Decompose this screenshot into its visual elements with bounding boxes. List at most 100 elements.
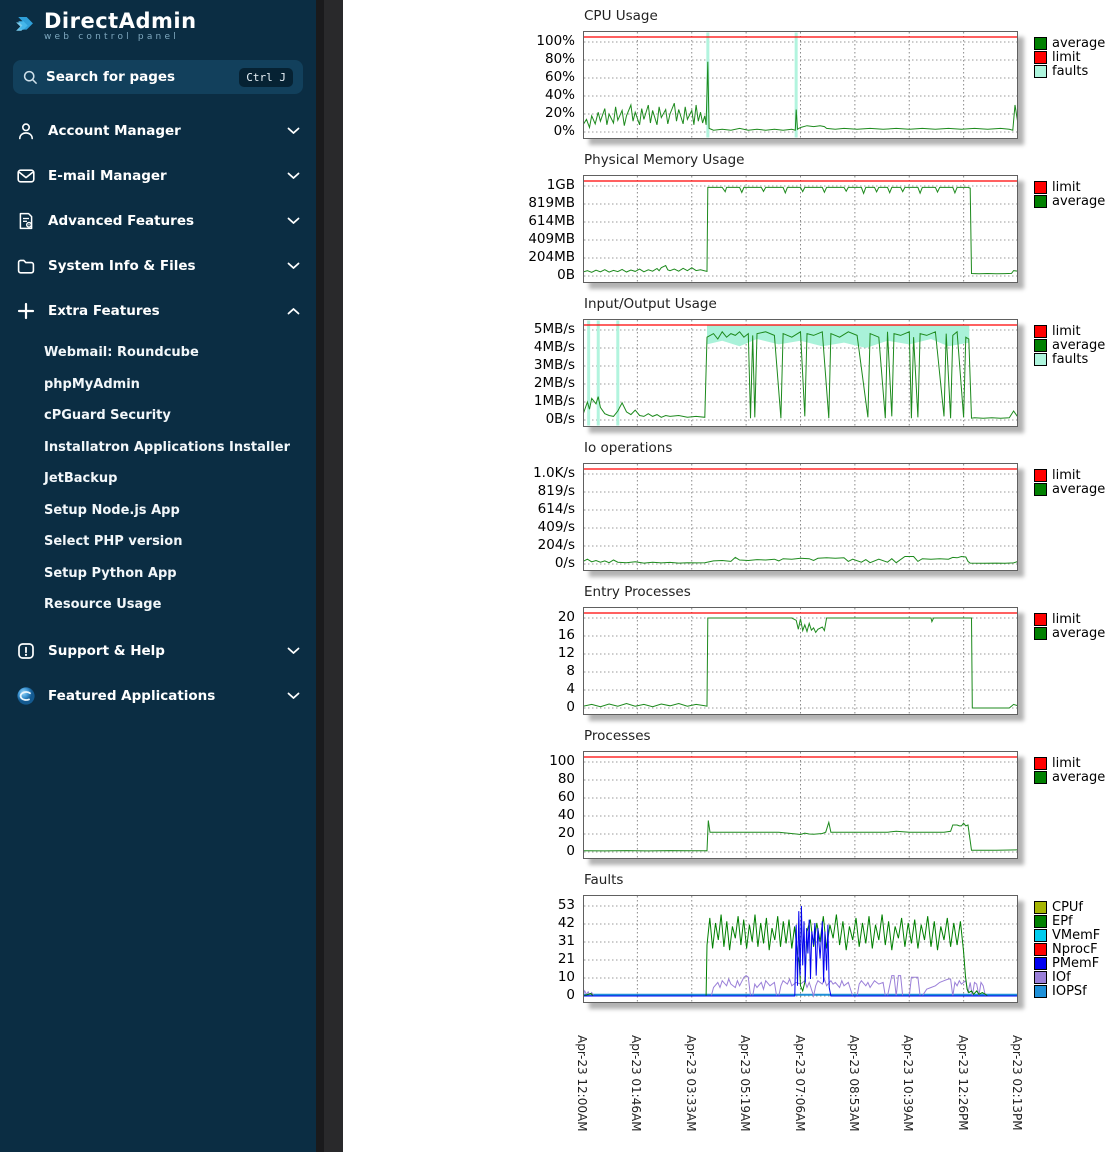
legend-item: average — [1034, 482, 1105, 496]
chart-title-entry: Entry Processes — [584, 584, 1114, 607]
legend-item: average — [1034, 194, 1105, 208]
legend-label: faults — [1052, 353, 1088, 366]
legend-item: average — [1034, 338, 1105, 352]
y-tick-label: 20 — [558, 610, 575, 624]
chevron-down-icon — [287, 262, 300, 270]
legend-swatch — [1034, 901, 1047, 914]
y-tick-label: 1MB/s — [534, 394, 575, 408]
legend-label: limit — [1052, 613, 1081, 626]
scrollbar-track[interactable] — [324, 0, 343, 1152]
sidebar-item-featured-applications[interactable]: Featured Applications — [0, 674, 316, 719]
y-tick-label: 614MB — [528, 214, 575, 228]
submenu-item-cpguard-security[interactable]: cPGuard Security — [0, 400, 316, 432]
y-tick-label: 0 — [566, 844, 575, 858]
user-icon — [16, 121, 36, 141]
legend-swatch — [1034, 51, 1047, 64]
x-tick-label: Apr-23 07:06AM — [793, 1035, 807, 1132]
submenu-item-resource-usage[interactable]: Resource Usage — [0, 589, 316, 621]
directadmin-logo-icon — [14, 16, 34, 36]
y-tick-label: 0B/s — [546, 412, 575, 426]
legend-swatch — [1034, 65, 1047, 78]
sidebar: DirectAdmin web control panel Search for… — [0, 0, 316, 1152]
sidebar-item-label: System Info & Files — [48, 258, 287, 274]
search-input[interactable]: Search for pages Ctrl J — [13, 60, 303, 94]
sidebar-item-label: Extra Features — [48, 303, 287, 319]
legend-item: NprocF — [1034, 942, 1100, 956]
chart-canvas-io — [583, 319, 1018, 427]
y-axis-labels: 201612840 — [343, 607, 583, 715]
legend-swatch — [1034, 37, 1047, 50]
y-tick-label: 80% — [545, 52, 575, 66]
y-tick-label: 0% — [554, 124, 575, 138]
y-tick-label: 614/s — [538, 502, 575, 516]
legend-item: PMemF — [1034, 956, 1100, 970]
legend-item: EPf — [1034, 914, 1100, 928]
legend-item: limit — [1034, 324, 1105, 338]
submenu-item-setup-python-app[interactable]: Setup Python App — [0, 558, 316, 590]
sidebar-item-e-mail-manager[interactable]: E-mail Manager — [0, 153, 316, 198]
y-tick-label: 20 — [558, 826, 575, 840]
legend-swatch — [1034, 627, 1047, 640]
chart-block-faults: Faults53423121100CPUfEPfVMemFNprocFPMemF… — [343, 872, 1114, 1016]
folder-icon — [16, 256, 36, 276]
chart-legend-mem: limitaverage — [1034, 180, 1105, 208]
legend-item: IOf — [1034, 970, 1100, 984]
y-tick-label: 1GB — [547, 178, 575, 192]
y-tick-label: 100% — [536, 34, 575, 48]
legend-swatch — [1034, 469, 1047, 482]
y-axis-labels: 1.0K/s819/s614/s409/s204/s0/s — [343, 463, 583, 571]
legend-swatch — [1034, 181, 1047, 194]
y-tick-label: 4 — [566, 682, 575, 696]
y-tick-label: 409/s — [538, 520, 575, 534]
sidebar-item-label: Advanced Features — [48, 213, 287, 229]
app-subtitle: web control panel — [44, 32, 197, 42]
x-tick-label: Apr-23 08:53AM — [847, 1035, 861, 1132]
chevron-down-icon — [287, 692, 300, 700]
submenu-item-select-php-version[interactable]: Select PHP version — [0, 526, 316, 558]
chart-canvas-mem — [583, 175, 1018, 283]
legend-label: average — [1052, 339, 1105, 352]
submenu-item-setup-node-js-app[interactable]: Setup Node.js App — [0, 495, 316, 527]
resource-usage-panel: CPU Usage100%80%60%40%20%0%averagelimitf… — [343, 0, 1114, 1152]
sidebar-item-extra-features[interactable]: Extra Features — [0, 288, 316, 333]
chevron-down-icon — [287, 217, 300, 225]
sidebar-item-advanced-features[interactable]: Advanced Features — [0, 198, 316, 243]
legend-item: VMemF — [1034, 928, 1100, 942]
legend-item: limit — [1034, 612, 1105, 626]
chart-title-iops: Io operations — [584, 440, 1114, 463]
submenu-item-phpmyadmin[interactable]: phpMyAdmin — [0, 369, 316, 401]
y-tick-label: 42 — [558, 916, 575, 930]
y-axis-labels: 5MB/s4MB/s3MB/s2MB/s1MB/s0B/s — [343, 319, 583, 427]
chart-block-iops: Io operations1.0K/s819/s614/s409/s204/s0… — [343, 440, 1114, 584]
y-tick-label: 5MB/s — [534, 322, 575, 336]
sphere-icon — [16, 686, 36, 706]
y-axis-labels: 100%80%60%40%20%0% — [343, 31, 583, 139]
chart-canvas-iops — [583, 463, 1018, 571]
search-shortcut-badge: Ctrl J — [239, 68, 293, 87]
legend-label: average — [1052, 195, 1105, 208]
submenu-item-webmail-roundcube[interactable]: Webmail: Roundcube — [0, 337, 316, 369]
legend-swatch — [1034, 339, 1047, 352]
sidebar-item-support-help[interactable]: Support & Help — [0, 629, 316, 674]
y-tick-label: 100 — [549, 754, 575, 768]
legend-swatch — [1034, 353, 1047, 366]
legend-item: limit — [1034, 50, 1105, 64]
y-tick-label: 0 — [566, 700, 575, 714]
legend-label: limit — [1052, 181, 1081, 194]
x-tick-label: Apr-23 03:33AM — [684, 1035, 698, 1132]
chart-plot-io — [583, 319, 1018, 427]
sidebar-item-system-info-files[interactable]: System Info & Files — [0, 243, 316, 288]
submenu-item-installatron-applications-installer[interactable]: Installatron Applications Installer — [0, 432, 316, 464]
chart-legend-cpu: averagelimitfaults — [1034, 36, 1105, 78]
legend-swatch — [1034, 771, 1047, 784]
directadmin-logo[interactable]: DirectAdmin web control panel — [0, 0, 316, 42]
legend-label: average — [1052, 37, 1105, 50]
legend-item: limit — [1034, 756, 1105, 770]
submenu-item-jetbackup[interactable]: JetBackup — [0, 463, 316, 495]
y-tick-label: 60% — [545, 70, 575, 84]
sidebar-item-account-manager[interactable]: Account Manager — [0, 108, 316, 153]
y-axis-labels: 100806040200 — [343, 751, 583, 859]
chart-title-cpu: CPU Usage — [584, 8, 1114, 31]
y-tick-label: 60 — [558, 790, 575, 804]
sidebar-item-label: Support & Help — [48, 643, 287, 659]
